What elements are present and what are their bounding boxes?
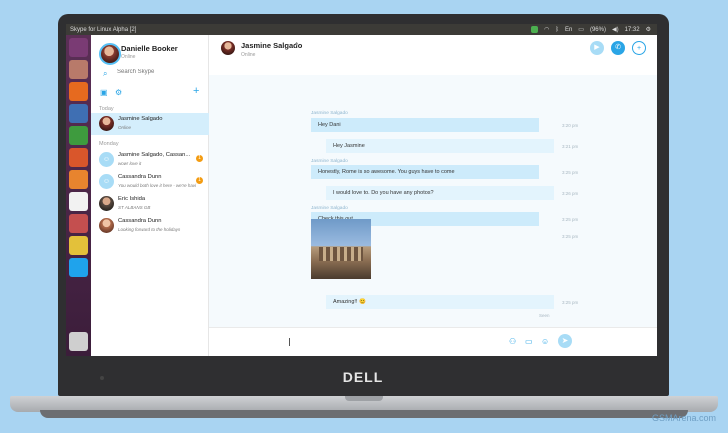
group-avatar-icon: ☺	[99, 152, 114, 167]
message-time: 3:25 pm	[562, 217, 579, 222]
message-time: 3:25 pm	[562, 300, 579, 305]
conversation-header: Jasmine Salgado ▾ Online ▶ ✆ +	[209, 35, 657, 75]
libreoffice-impress-icon[interactable]	[69, 148, 88, 167]
contact-name: Eric Ishida	[118, 196, 146, 202]
message-sender: Jasmine Salgado	[311, 159, 348, 164]
my-avatar[interactable]	[99, 43, 121, 65]
laptop-base-bottom	[40, 410, 688, 418]
send-button[interactable]: ➤	[558, 334, 572, 348]
message-bubble[interactable]: Honestly, Rome is so awesome. You guys h…	[311, 165, 539, 179]
avatar	[99, 218, 114, 233]
unread-badge: 1	[196, 177, 203, 184]
avatar	[99, 116, 114, 131]
unity-launcher	[66, 35, 91, 356]
contact-list-item[interactable]: Eric Ishida ST ALBANS GB	[91, 193, 209, 215]
video-call-button[interactable]: ▶	[590, 41, 604, 55]
skype-sidebar: Danielle Booker Online ⌕ ▣ ⚙ + Today Jas…	[91, 35, 209, 356]
watermark: GSMArena.com	[651, 413, 716, 423]
contact-list-item[interactable]: Jasmine Salgado Online	[91, 113, 209, 135]
text-caret	[289, 338, 290, 346]
contacts-icon[interactable]: ▣	[100, 88, 108, 97]
screen: Skype for Linux Alpha [2] ◠ ᛒ En ▭ (96%)…	[66, 24, 657, 356]
unread-badge: 1	[196, 155, 203, 162]
contact-avatar[interactable]	[221, 41, 235, 55]
contact-subtitle: ST ALBANS GB	[118, 205, 151, 210]
message-bubble[interactable]: Hey Jasmine	[326, 139, 554, 153]
message-composer[interactable]: ⚇ ▭ ☺ ➤	[209, 327, 657, 356]
contact-subtitle: wow! love it	[118, 161, 142, 166]
libreoffice-calc-icon[interactable]	[69, 126, 88, 145]
ubuntu-top-bar: Skype for Linux Alpha [2] ◠ ᛒ En ▭ (96%)…	[66, 24, 657, 35]
contact-name: Jasmine Salgado	[118, 116, 163, 122]
ubuntu-dash-icon[interactable]	[69, 38, 88, 57]
message-time: 3:21 pm	[562, 144, 579, 149]
group-avatar-icon: ☺	[99, 174, 114, 189]
laptop-notch	[345, 396, 383, 401]
photo-message-colosseum[interactable]	[311, 219, 371, 279]
battery-icon[interactable]: ▭	[578, 26, 584, 33]
search-input[interactable]	[117, 69, 197, 75]
firefox-icon[interactable]	[69, 82, 88, 101]
contact-name: Jasmine Salgado, Cassan...	[118, 152, 191, 158]
volume-icon[interactable]: ◀)	[612, 26, 619, 33]
search-icon: ⌕	[103, 69, 108, 78]
battery-percent: (96%)	[589, 26, 606, 33]
section-monday: Monday	[99, 141, 119, 147]
settings-gear-icon[interactable]: ⚙	[115, 88, 122, 97]
contact-subtitle: Online	[118, 125, 132, 130]
chevron-down-icon[interactable]: ▾	[295, 41, 298, 48]
my-name[interactable]: Danielle Booker	[121, 44, 178, 53]
message-bubble[interactable]: Amazing!! 😊	[326, 295, 554, 309]
bluetooth-icon[interactable]: ᛒ	[555, 27, 559, 33]
skype-launcher-icon[interactable]	[69, 258, 88, 277]
system-tray: ◠ ᛒ En ▭ (96%) ◀) 17:32 ⚙	[531, 26, 657, 33]
seen-indicator: Seen	[539, 313, 550, 318]
audio-call-button[interactable]: ✆	[611, 41, 625, 55]
contact-subtitle: You would both love it here - we're havi	[118, 183, 197, 188]
contact-name: Cassandra Dunn	[118, 218, 162, 224]
keyboard-icon[interactable]: En	[565, 27, 572, 33]
conversation-pane: Jasmine Salgado ▾ Online ▶ ✆ + Jasmine S…	[209, 35, 657, 356]
image-icon[interactable]: ▭	[525, 337, 533, 346]
avatar	[99, 196, 114, 211]
message-time: 3:20 pm	[562, 123, 579, 128]
message-bubble[interactable]: Hey Dani	[311, 118, 539, 132]
conversation-status: Online	[241, 52, 256, 58]
skype-tray-icon[interactable]	[531, 26, 539, 33]
system-settings-icon[interactable]	[69, 214, 88, 233]
brand-logo: DELL	[342, 369, 384, 385]
contact-list-item[interactable]: Cassandra Dunn Looking forward to the ho…	[91, 215, 209, 237]
conversation-title[interactable]: Jasmine Salgado	[241, 41, 302, 50]
contact-name: Cassandra Dunn	[118, 174, 162, 180]
message-time: 3:26 pm	[562, 191, 579, 196]
wifi-icon[interactable]: ◠	[544, 26, 549, 33]
clock[interactable]: 17:32	[625, 27, 640, 33]
amazon-icon[interactable]	[69, 192, 88, 211]
add-plus-icon[interactable]: +	[193, 85, 199, 97]
software-center-icon[interactable]	[69, 170, 88, 189]
chrome-icon[interactable]	[69, 236, 88, 255]
trash-icon[interactable]	[69, 332, 88, 351]
add-people-button[interactable]: +	[632, 41, 646, 55]
settings-gear-icon[interactable]: ⚙	[646, 26, 651, 33]
contact-list-item[interactable]: ☺ Cassandra Dunn You would both love it …	[91, 171, 209, 193]
message-sender: Jasmine Salgado	[311, 111, 348, 116]
contact-list-item[interactable]: ☺ Jasmine Salgado, Cassan... wow! love i…	[91, 149, 209, 171]
emoji-icon[interactable]: ☺	[541, 337, 549, 346]
message-bubble[interactable]: I would love to. Do you have any photos?	[326, 186, 554, 200]
message-time: 3:25 pm	[562, 234, 579, 239]
camera-dot	[100, 376, 104, 380]
message-time: 3:25 pm	[562, 170, 579, 175]
section-today: Today	[99, 106, 114, 112]
my-status: Online	[121, 54, 136, 60]
window-title: Skype for Linux Alpha [2]	[70, 26, 137, 33]
contacts-card-icon[interactable]: ⚇	[509, 337, 516, 346]
message-sender: Jasmine Salgado	[311, 206, 348, 211]
files-icon[interactable]	[69, 60, 88, 79]
libreoffice-writer-icon[interactable]	[69, 104, 88, 123]
contact-subtitle: Looking forward to the holidays	[118, 227, 181, 232]
